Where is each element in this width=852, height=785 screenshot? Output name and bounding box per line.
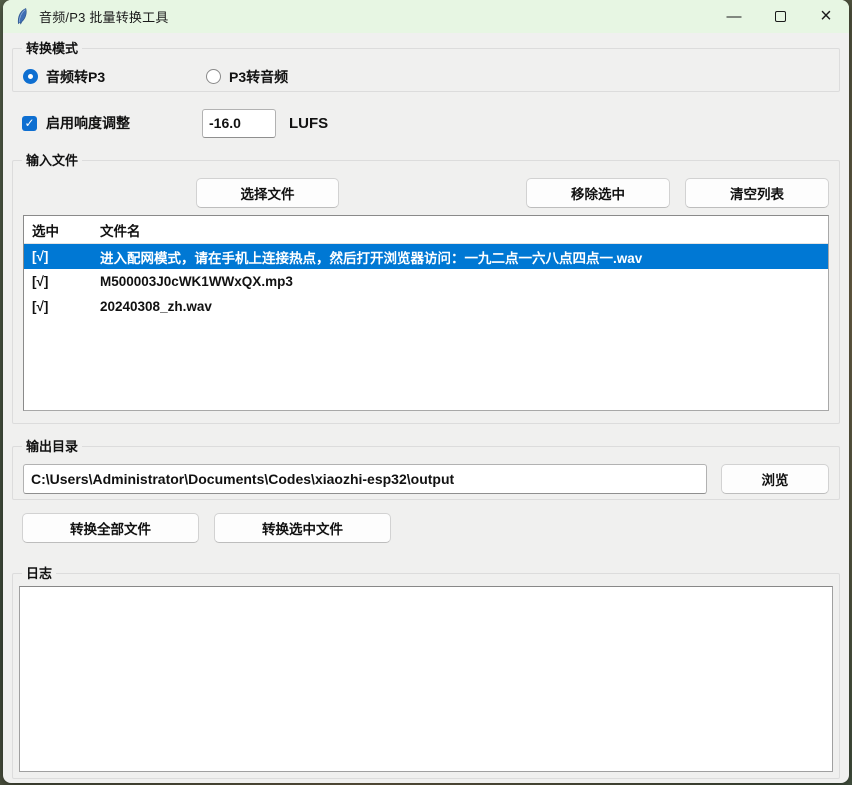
app-window: 音频/P3 批量转换工具 — × 转换模式 音频转P3 P3转音频 ✓ 启用响度… (3, 0, 849, 783)
column-header-filename[interactable]: 文件名 (94, 220, 828, 240)
browse-button[interactable]: 浏览 (721, 464, 829, 494)
table-row[interactable]: [√] 进入配网模式，请在手机上连接热点，然后打开浏览器访问：一九二点一六八点四… (24, 244, 828, 269)
column-header-checked[interactable]: 选中 (24, 220, 94, 240)
convert-all-button[interactable]: 转换全部文件 (22, 513, 199, 543)
minimize-icon[interactable]: — (711, 0, 757, 33)
log-group: 日志 (12, 573, 840, 779)
radio-p3-to-audio[interactable]: P3转音频 (206, 67, 288, 87)
log-group-label: 日志 (22, 565, 56, 582)
window-body: 转换模式 音频转P3 P3转音频 ✓ 启用响度调整 LUFS 输入文件 选择文件… (3, 33, 849, 783)
maximize-icon[interactable] (757, 0, 803, 33)
window-title: 音频/P3 批量转换工具 (39, 7, 169, 26)
loudness-value-input[interactable] (202, 109, 276, 138)
radio-unselected-icon[interactable] (206, 69, 221, 84)
checkbox-checked-icon[interactable]: ✓ (22, 116, 37, 131)
title-bar[interactable]: 音频/P3 批量转换工具 — × (3, 0, 849, 33)
mode-group-label: 转换模式 (22, 40, 82, 57)
input-files-group-label: 输入文件 (22, 152, 82, 169)
radio-audio-to-p3[interactable]: 音频转P3 (23, 67, 206, 87)
convert-selected-button[interactable]: 转换选中文件 (214, 513, 391, 543)
table-row[interactable]: [√] 20240308_zh.wav (24, 294, 828, 319)
file-table-header[interactable]: 选中 文件名 (24, 216, 828, 244)
file-buttons-row: 选择文件 移除选中 清空列表 (23, 178, 829, 208)
select-files-button[interactable]: 选择文件 (196, 178, 339, 208)
mode-group: 转换模式 音频转P3 P3转音频 (12, 48, 840, 92)
tk-feather-icon (3, 8, 33, 25)
close-icon[interactable]: × (803, 0, 849, 33)
input-files-group: 输入文件 选择文件 移除选中 清空列表 选中 文件名 [√] 进入配网模式，请在… (12, 160, 840, 424)
radio-selected-icon[interactable] (23, 69, 38, 84)
table-row[interactable]: [√] M500003J0cWK1WWxQX.mp3 (24, 269, 828, 294)
file-table[interactable]: 选中 文件名 [√] 进入配网模式，请在手机上连接热点，然后打开浏览器访问：一九… (23, 215, 829, 411)
output-dir-group-label: 输出目录 (22, 438, 82, 455)
lufs-unit-label: LUFS (289, 115, 328, 132)
action-buttons-row: 转换全部文件 转换选中文件 (12, 513, 840, 543)
clear-list-button[interactable]: 清空列表 (685, 178, 829, 208)
loudness-row: ✓ 启用响度调整 LUFS (12, 108, 840, 138)
loudness-checkbox-label[interactable]: 启用响度调整 (46, 113, 130, 133)
output-dir-group: 输出目录 浏览 (12, 446, 840, 500)
log-textarea[interactable] (19, 586, 833, 772)
remove-selected-button[interactable]: 移除选中 (526, 178, 670, 208)
output-path-input[interactable] (23, 464, 707, 494)
